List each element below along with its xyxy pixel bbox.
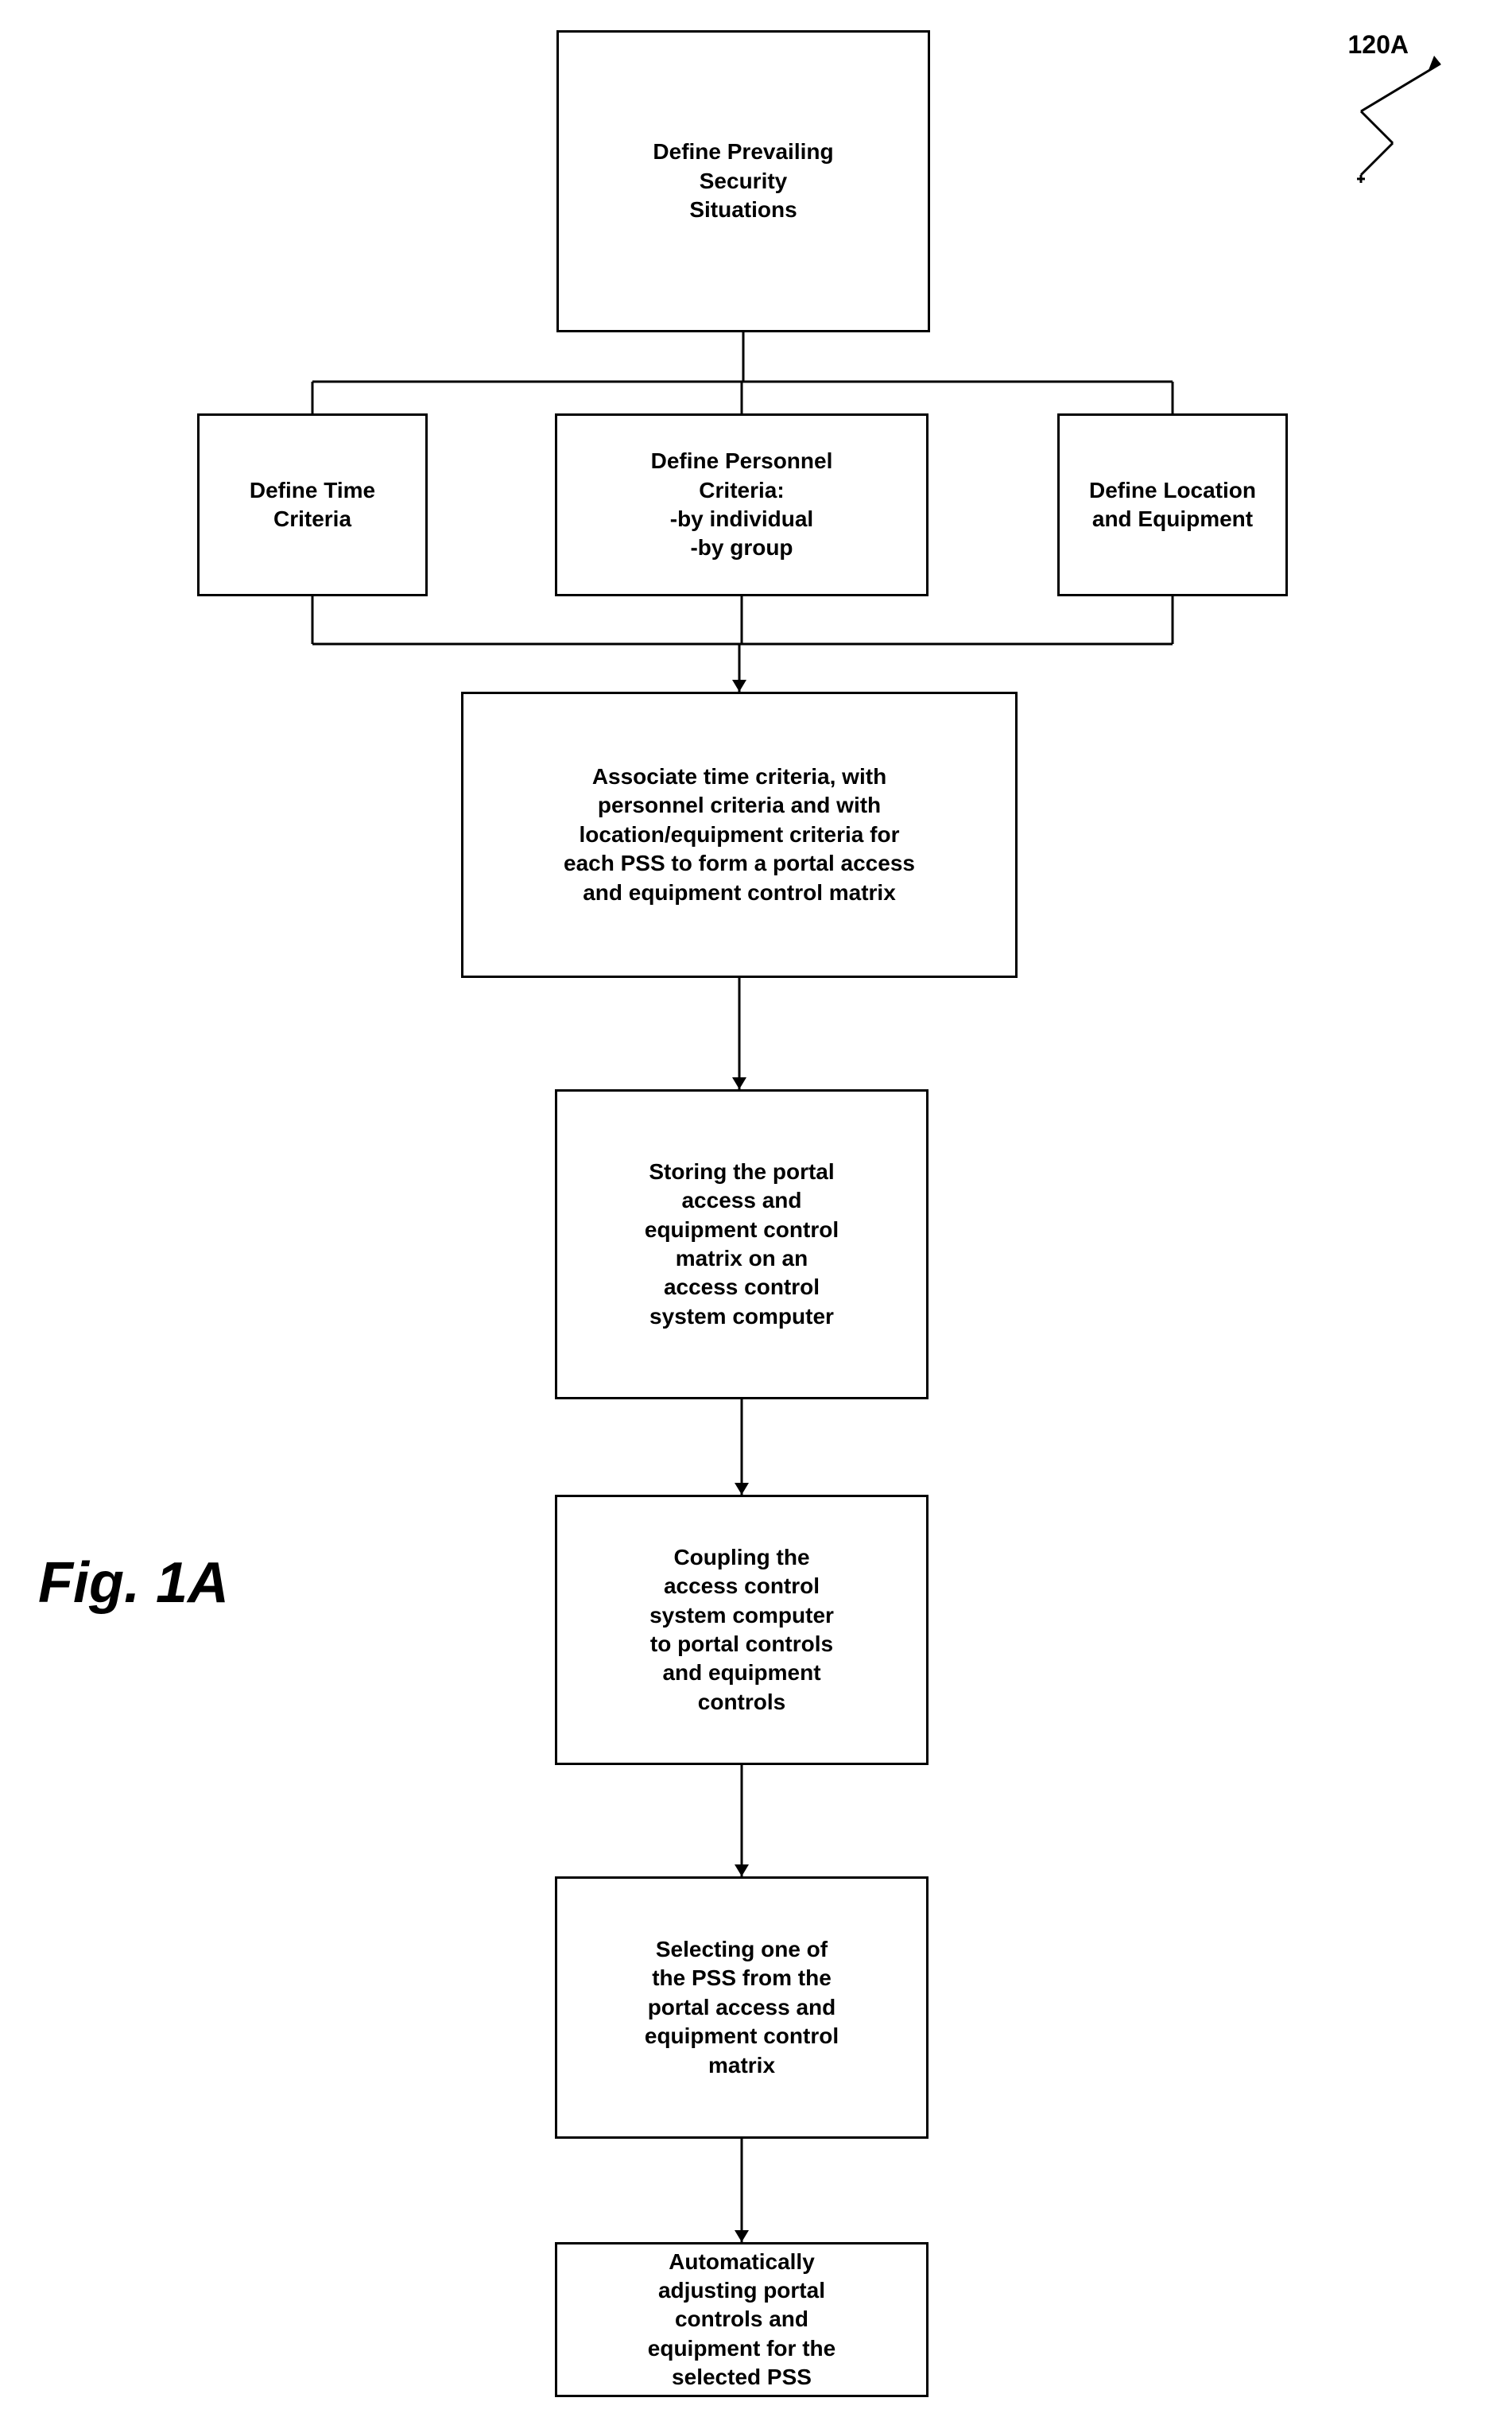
box-storing-text: Storing the portalaccess andequipment co…	[645, 1158, 839, 1331]
box-define-prevailing: Define PrevailingSecuritySituations	[556, 30, 930, 332]
box-define-prevailing-text: Define PrevailingSecuritySituations	[653, 138, 833, 224]
box-selecting-text: Selecting one ofthe PSS from theportal a…	[645, 1935, 839, 2080]
zigzag-arrow	[1313, 40, 1472, 183]
box-coupling-text: Coupling theaccess controlsystem compute…	[649, 1543, 834, 1717]
box-adjusting-text: Automaticallyadjusting portalcontrols an…	[648, 2248, 835, 2392]
box-define-location: Define Locationand Equipment	[1057, 413, 1288, 596]
box-storing: Storing the portalaccess andequipment co…	[555, 1089, 929, 1399]
box-coupling: Coupling theaccess controlsystem compute…	[555, 1495, 929, 1765]
box-define-time-text: Define TimeCriteria	[250, 476, 375, 534]
box-define-time: Define TimeCriteria	[197, 413, 428, 596]
box-associate-text: Associate time criteria, withpersonnel c…	[564, 762, 915, 907]
box-associate: Associate time criteria, withpersonnel c…	[461, 692, 1018, 978]
box-define-location-text: Define Locationand Equipment	[1089, 476, 1256, 534]
figure-label: Fig. 1A	[38, 1550, 229, 1616]
box-define-personnel: Define PersonnelCriteria:-by individual-…	[555, 413, 929, 596]
box-define-personnel-text: Define PersonnelCriteria:-by individual-…	[651, 447, 833, 563]
diagram-container: 120A	[0, 0, 1512, 2421]
box-selecting: Selecting one ofthe PSS from theportal a…	[555, 1876, 929, 2139]
box-adjusting: Automaticallyadjusting portalcontrols an…	[555, 2242, 929, 2397]
